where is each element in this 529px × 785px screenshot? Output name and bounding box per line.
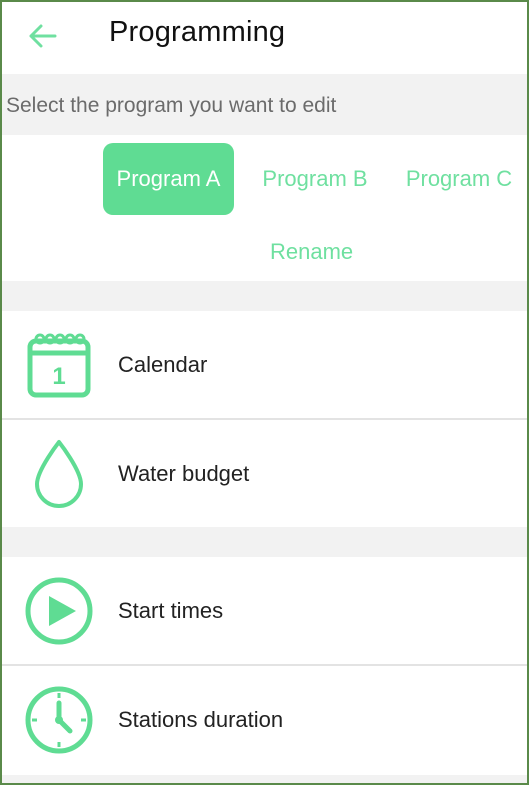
program-selector: Program A Program B Program C Rename <box>2 135 527 281</box>
page-title: Programming <box>109 16 286 48</box>
calendar-icon: 1 <box>24 330 94 400</box>
calendar-row[interactable]: 1 Calendar <box>2 311 527 419</box>
clock-icon <box>24 685 94 755</box>
water-budget-row[interactable]: Water budget <box>2 420 527 528</box>
play-icon <box>24 576 94 646</box>
program-a-button[interactable]: Program A <box>103 143 234 215</box>
arrow-left-icon <box>29 24 57 48</box>
start-times-row[interactable]: Start times <box>2 557 527 665</box>
subtitle-bar: Select the program you want to edit <box>2 77 527 135</box>
program-b-button[interactable]: Program B <box>252 143 378 215</box>
calendar-icon-text: 1 <box>52 363 65 390</box>
program-settings-card-2: Start times Stations duration <box>2 557 527 775</box>
rename-button[interactable]: Rename <box>270 239 353 265</box>
start-times-label: Start times <box>118 598 224 623</box>
program-settings-card-1: 1 Calendar Water budget <box>2 311 527 527</box>
subtitle-text: Select the program you want to edit <box>6 94 337 117</box>
back-button[interactable] <box>24 18 60 54</box>
app-header: Programming <box>2 2 527 74</box>
water-budget-label: Water budget <box>118 461 250 486</box>
stations-duration-label: Stations duration <box>118 707 284 732</box>
calendar-label: Calendar <box>118 352 208 377</box>
app-frame: Programming Select the program you want … <box>0 0 529 785</box>
program-c-button[interactable]: Program C <box>396 143 522 215</box>
stations-duration-row[interactable]: Stations duration <box>2 666 527 774</box>
water-drop-icon <box>24 439 94 509</box>
